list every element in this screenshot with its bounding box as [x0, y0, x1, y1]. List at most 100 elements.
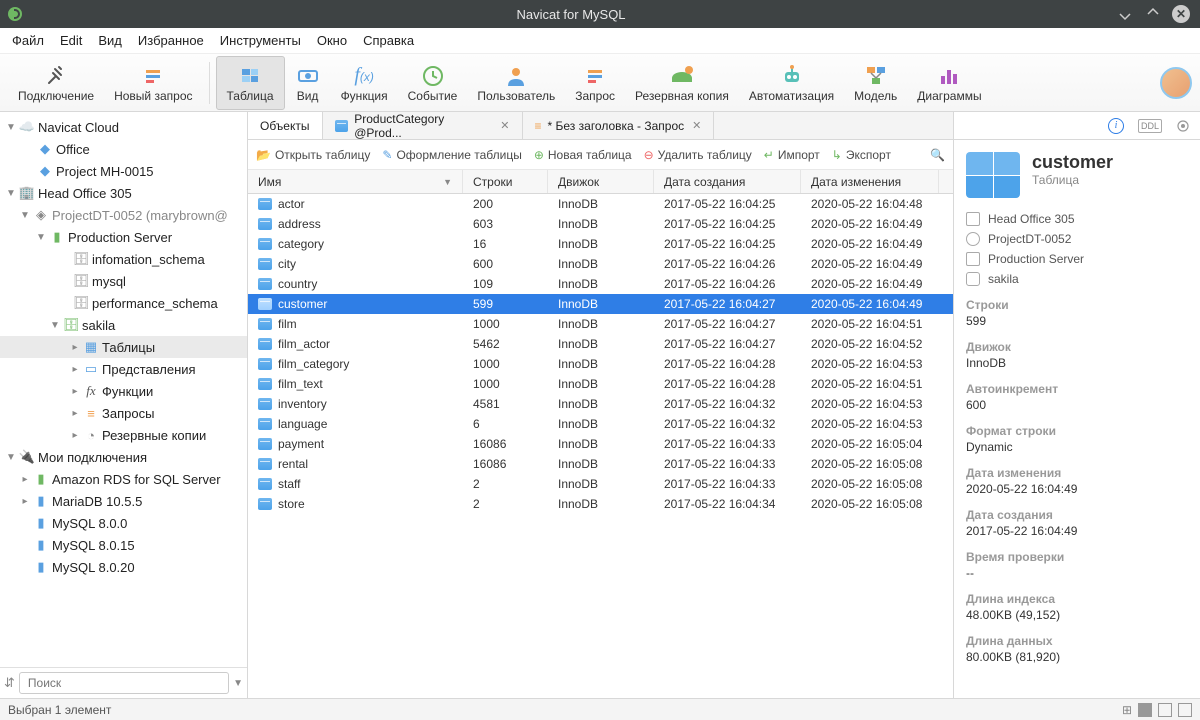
table-row[interactable]: language6InnoDB2017-05-22 16:04:322020-0… — [248, 414, 953, 434]
table-row[interactable]: customer599InnoDB2017-05-22 16:04:272020… — [248, 294, 953, 314]
maximize-icon[interactable] — [1142, 3, 1164, 25]
table-row[interactable]: country109InnoDB2017-05-22 16:04:262020-… — [248, 274, 953, 294]
col-created[interactable]: Дата создания — [654, 170, 801, 193]
tree-mysql800[interactable]: ▮MySQL 8.0.0 — [0, 512, 247, 534]
menu-favorites[interactable]: Избранное — [130, 29, 212, 52]
tree-db-sakila[interactable]: ▼🗄sakila — [0, 314, 247, 336]
menu-edit[interactable]: Edit — [52, 29, 90, 52]
filter-icon[interactable]: ⇵ — [4, 675, 15, 691]
toolbar-query[interactable]: Запрос — [565, 56, 625, 110]
search-icon[interactable]: 🔍 — [930, 148, 945, 162]
tree-my-connections[interactable]: ▼🔌Мои подключения — [0, 446, 247, 468]
tree-office[interactable]: ◆Office — [0, 138, 247, 160]
col-engine[interactable]: Движок — [548, 170, 654, 193]
action-export[interactable]: ↳Экспорт — [832, 148, 891, 162]
close-icon[interactable]: ✕ — [500, 119, 509, 132]
toolbar-new-query[interactable]: Новый запрос — [104, 56, 202, 110]
info-tab-general[interactable]: i — [1108, 118, 1124, 134]
tree-production-server[interactable]: ▼▮Production Server — [0, 226, 247, 248]
view-detail-icon[interactable] — [1158, 703, 1172, 717]
table-row[interactable]: store2InnoDB2017-05-22 16:04:342020-05-2… — [248, 494, 953, 514]
table-row[interactable]: actor200InnoDB2017-05-22 16:04:252020-05… — [248, 194, 953, 214]
view-list-icon[interactable] — [1138, 703, 1152, 717]
tree-tables[interactable]: ▸▦Таблицы — [0, 336, 247, 358]
tab-untitled-query[interactable]: ≡* Без заголовка - Запрос✕ — [523, 112, 715, 139]
user-avatar[interactable] — [1160, 67, 1192, 99]
menu-view[interactable]: Вид — [90, 29, 130, 52]
tab-objects[interactable]: Объекты — [248, 112, 323, 139]
menu-tools[interactable]: Инструменты — [212, 29, 309, 52]
tree-db-info-schema[interactable]: 🗄infomation_schema — [0, 248, 247, 270]
tree-mysql8020[interactable]: ▮MySQL 8.0.20 — [0, 556, 247, 578]
info-tab-preview[interactable] — [1176, 119, 1190, 133]
tree-db-mysql[interactable]: 🗄mysql — [0, 270, 247, 292]
table-row[interactable]: city600InnoDB2017-05-22 16:04:262020-05-… — [248, 254, 953, 274]
minimize-icon[interactable] — [1114, 3, 1136, 25]
toolbar-function[interactable]: f(x)Функция — [331, 56, 398, 110]
toolbar-connection[interactable]: Подключение — [8, 56, 104, 110]
table-row[interactable]: rental16086InnoDB2017-05-22 16:04:332020… — [248, 454, 953, 474]
table-list[interactable]: actor200InnoDB2017-05-22 16:04:252020-05… — [248, 194, 953, 698]
tree-navicat-cloud[interactable]: ▼☁️Navicat Cloud — [0, 116, 247, 138]
col-modified[interactable]: Дата изменения — [801, 170, 939, 193]
toolbar-view[interactable]: Вид — [285, 56, 331, 110]
menu-help[interactable]: Справка — [355, 29, 422, 52]
crumb-2[interactable]: Production Server — [966, 252, 1188, 266]
info-body: customer Таблица Head Office 305 Project… — [954, 140, 1200, 698]
action-design-table[interactable]: ✎Оформление таблицы — [382, 148, 521, 162]
tree-mariadb[interactable]: ▸▮MariaDB 10.5.5 — [0, 490, 247, 512]
tree-db-perf-schema[interactable]: 🗄performance_schema — [0, 292, 247, 314]
chevron-down-icon[interactable]: ▼ — [233, 678, 243, 689]
tree-backups[interactable]: ▸◔Резервные копии — [0, 424, 247, 446]
view-grid-icon[interactable]: ⊞ — [1122, 703, 1132, 717]
tree-head-office[interactable]: ▼🏢Head Office 305 — [0, 182, 247, 204]
tree-rds[interactable]: ▸▮Amazon RDS for SQL Server — [0, 468, 247, 490]
action-import[interactable]: ↵Импорт — [764, 148, 820, 162]
menu-window[interactable]: Окно — [309, 29, 355, 52]
tree-project-mh[interactable]: ◆Project MH-0015 — [0, 160, 247, 182]
col-name[interactable]: Имя▼ — [248, 170, 463, 193]
tree-queries[interactable]: ▸≡Запросы — [0, 402, 247, 424]
tab-product-category[interactable]: ProductCategory @Prod...✕ — [323, 112, 523, 139]
table-row[interactable]: category16InnoDB2017-05-22 16:04:252020-… — [248, 234, 953, 254]
close-icon[interactable]: ✕ — [692, 119, 701, 132]
info-tab-ddl[interactable]: DDL — [1138, 119, 1162, 133]
crumb-1[interactable]: ProjectDT-0052 — [966, 232, 1188, 246]
crumb-0[interactable]: Head Office 305 — [966, 212, 1188, 226]
toolbar-model[interactable]: Модель — [844, 56, 907, 110]
search-input[interactable] — [19, 672, 229, 694]
toolbar-event[interactable]: Событие — [398, 56, 468, 110]
action-delete-table[interactable]: ⊖Удалить таблицу — [644, 148, 752, 162]
toolbar-automation[interactable]: Автоматизация — [739, 56, 844, 110]
table-row[interactable]: film1000InnoDB2017-05-22 16:04:272020-05… — [248, 314, 953, 334]
info-property: Автоинкремент600 — [966, 382, 1188, 412]
table-row[interactable]: film_category1000InnoDB2017-05-22 16:04:… — [248, 354, 953, 374]
col-rows[interactable]: Строки — [463, 170, 548, 193]
table-row[interactable]: address603InnoDB2017-05-22 16:04:252020-… — [248, 214, 953, 234]
toolbar-table[interactable]: Таблица — [216, 56, 285, 110]
tree-views[interactable]: ▸▭Представления — [0, 358, 247, 380]
view-er-icon[interactable] — [1178, 703, 1192, 717]
info-title: customer — [1032, 152, 1113, 173]
table-row[interactable]: staff2InnoDB2017-05-22 16:04:332020-05-2… — [248, 474, 953, 494]
table-row[interactable]: film_actor5462InnoDB2017-05-22 16:04:272… — [248, 334, 953, 354]
toolbar-charts[interactable]: Диаграммы — [907, 56, 991, 110]
toolbar-user[interactable]: Пользователь — [467, 56, 565, 110]
database-icon: 🗄 — [72, 251, 90, 267]
table-row[interactable]: film_text1000InnoDB2017-05-22 16:04:2820… — [248, 374, 953, 394]
action-new-table[interactable]: ⊕Новая таблица — [534, 148, 632, 162]
crumb-3[interactable]: sakila — [966, 272, 1188, 286]
tree-functions[interactable]: ▸fxФункции — [0, 380, 247, 402]
toolbar-backup[interactable]: Резервная копия — [625, 56, 739, 110]
info-property: Дата создания2017-05-22 16:04:49 — [966, 508, 1188, 538]
fx-icon: fx — [82, 383, 100, 399]
tree-mysql8015[interactable]: ▮MySQL 8.0.15 — [0, 534, 247, 556]
action-open-table[interactable]: 📂Открыть таблицу — [256, 148, 370, 162]
main-toolbar: Подключение Новый запрос Таблица Вид f(x… — [0, 54, 1200, 112]
prop-label: Время проверки — [966, 550, 1188, 564]
close-button[interactable]: ✕ — [1170, 3, 1192, 25]
menu-file[interactable]: Файл — [4, 29, 52, 52]
table-row[interactable]: inventory4581InnoDB2017-05-22 16:04:3220… — [248, 394, 953, 414]
tree-project-dt[interactable]: ▼◈ProjectDT-0052 (marybrown@ — [0, 204, 247, 226]
table-row[interactable]: payment16086InnoDB2017-05-22 16:04:33202… — [248, 434, 953, 454]
